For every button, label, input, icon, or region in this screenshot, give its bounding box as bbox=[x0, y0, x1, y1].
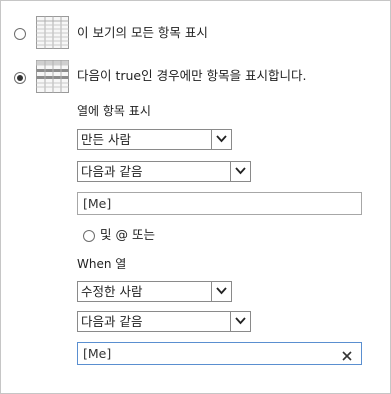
show-filtered-label[interactable]: 다음이 true인 경우에만 항목을 표시합니다. bbox=[77, 68, 307, 84]
filter2-operator-value: 다음과 같음 bbox=[81, 314, 143, 329]
filtered-list-icon bbox=[36, 60, 69, 93]
chevron-down-icon[interactable] bbox=[211, 282, 231, 301]
filter2-operator-select[interactable]: 다음과 같음 bbox=[77, 311, 251, 332]
filter1-section-label: 열에 항목 표시 bbox=[77, 104, 151, 118]
chevron-down-icon[interactable] bbox=[211, 130, 231, 149]
show-all-radio[interactable] bbox=[14, 28, 26, 40]
and-or-label[interactable]: 및 @ 또는 bbox=[100, 227, 155, 243]
close-icon[interactable] bbox=[341, 347, 353, 361]
chevron-down-icon[interactable] bbox=[230, 162, 250, 181]
chevron-down-icon[interactable] bbox=[230, 312, 250, 331]
show-filtered-radio[interactable] bbox=[14, 72, 26, 84]
filter1-operator-select[interactable]: 다음과 같음 bbox=[77, 161, 251, 182]
and-or-radio[interactable] bbox=[83, 230, 95, 242]
filter1-column-value: 만든 사람 bbox=[81, 132, 131, 147]
filter2-value-text: [Me] bbox=[83, 346, 112, 361]
filter1-operator-value: 다음과 같음 bbox=[81, 164, 143, 179]
filter1-value-text: [Me] bbox=[83, 196, 112, 211]
filter1-value-input[interactable]: [Me] bbox=[77, 192, 362, 215]
filter2-column-select[interactable]: 수정한 사람 bbox=[77, 281, 232, 302]
filter2-column-value: 수정한 사람 bbox=[81, 284, 143, 299]
filter1-column-select[interactable]: 만든 사람 bbox=[77, 129, 232, 150]
list-grid-icon bbox=[36, 16, 69, 49]
filter2-section-label: When 열 bbox=[77, 257, 127, 271]
show-all-label[interactable]: 이 보기의 모든 항목 표시 bbox=[77, 25, 208, 41]
filter2-value-input[interactable]: [Me] bbox=[77, 342, 362, 365]
